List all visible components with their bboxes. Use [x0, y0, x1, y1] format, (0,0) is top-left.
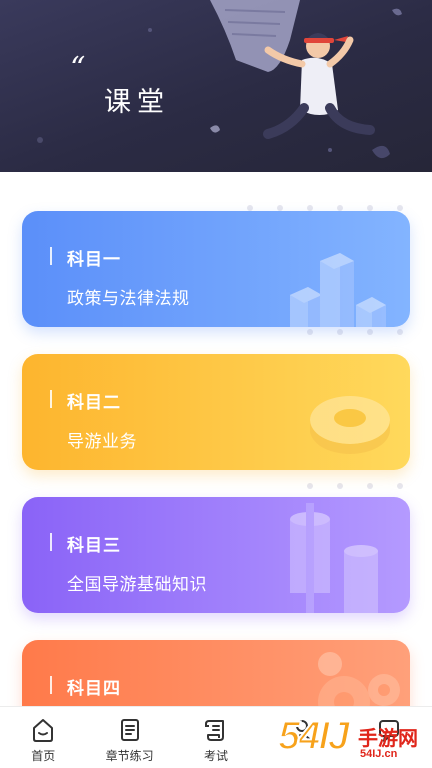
watermark-number: 54IJ — [277, 713, 351, 759]
watermark-text: 手游网 — [358, 728, 418, 750]
nav-item-exam[interactable]: 考试 — [173, 707, 259, 768]
banner-illustration — [37, 0, 402, 159]
nav-item-chapter-practice[interactable]: 章节练习 — [86, 707, 172, 768]
dot-pattern-2 — [307, 483, 403, 489]
course-card-1[interactable]: 科目一 政策与法律法规 — [22, 211, 410, 327]
course-label: 科目四 — [67, 679, 121, 698]
course-card-2[interactable]: 科目二 导游业务 — [22, 354, 410, 470]
course-card-3[interactable]: 科目三 全国导游基础知识 — [22, 497, 410, 613]
watermark-domain: 54IJ.cn — [360, 748, 398, 760]
nav-label: 首页 — [31, 749, 56, 763]
card-accent-bar — [50, 390, 52, 408]
course-label: 科目二 — [67, 393, 121, 412]
course-subtitle: 全国导游基础知识 — [67, 575, 207, 594]
card-accent-bar — [50, 676, 52, 694]
quote-mark: “ — [70, 51, 86, 86]
home-icon — [33, 719, 54, 742]
document-icon — [120, 719, 139, 741]
nav-label: 章节练习 — [105, 749, 154, 763]
watermark-logo: 54IJ 手游网 54IJ.cn — [277, 712, 432, 768]
nav-item-home[interactable]: 首页 — [0, 707, 86, 768]
header-banner: “ 课堂 — [0, 0, 432, 172]
course-label: 科目一 — [67, 250, 121, 269]
course-subtitle: 政策与法律法规 — [67, 289, 190, 308]
nav-label: 考试 — [203, 749, 228, 763]
scroll-icon — [204, 720, 224, 741]
card-accent-bar — [50, 247, 52, 265]
donut-3d-icon — [310, 396, 390, 454]
course-subtitle: 导游业务 — [67, 432, 137, 451]
cylinders-3d-icon — [290, 503, 378, 613]
course-label: 科目三 — [67, 536, 121, 555]
page-title: 课堂 — [104, 87, 170, 117]
card-accent-bar — [50, 533, 52, 551]
bar-chart-3d-icon — [290, 253, 386, 327]
